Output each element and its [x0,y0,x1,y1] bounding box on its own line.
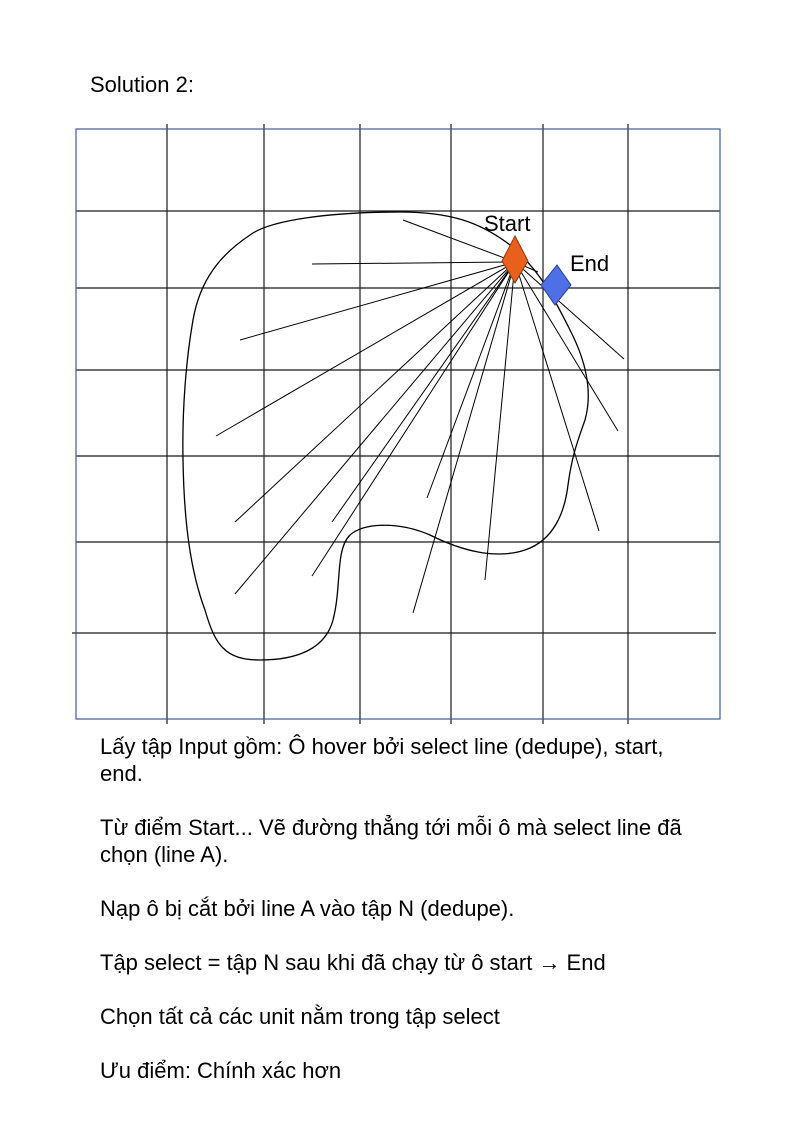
ray-line [484,261,516,581]
ray-line [311,261,516,265]
ray-line [412,261,516,614]
explanation-notes: Lấy tập Input gồm: Ô hover bởi select li… [100,733,700,1111]
ray-line [234,261,516,523]
ray-line [426,261,516,499]
grid-lines [72,124,720,724]
ray-line [239,261,516,341]
note-draw-lines: Từ điểm Start... Vẽ đường thẳng tới mỗi … [100,815,682,867]
start-label: Start [484,211,530,236]
note-choose-units: Chọn tất cả các unit nằm trong tập selec… [100,1004,500,1029]
selection-lasso [182,211,589,661]
note-advantage: Ưu điểm: Chính xác hơn [100,1058,342,1083]
ray-line [234,261,516,595]
note-input-set: Lấy tập Input gồm: Ô hover bởi select li… [100,734,664,786]
note-select-set: Tập select = tập N sau khi đã chạy từ ô … [100,950,606,975]
ray-line [514,261,625,360]
end-label: End [570,251,609,276]
grid-frame [75,128,721,720]
end-marker [540,264,572,306]
note-collect-cells: Nạp ô bị cắt bởi line A vào tập N (dedup… [100,896,515,921]
